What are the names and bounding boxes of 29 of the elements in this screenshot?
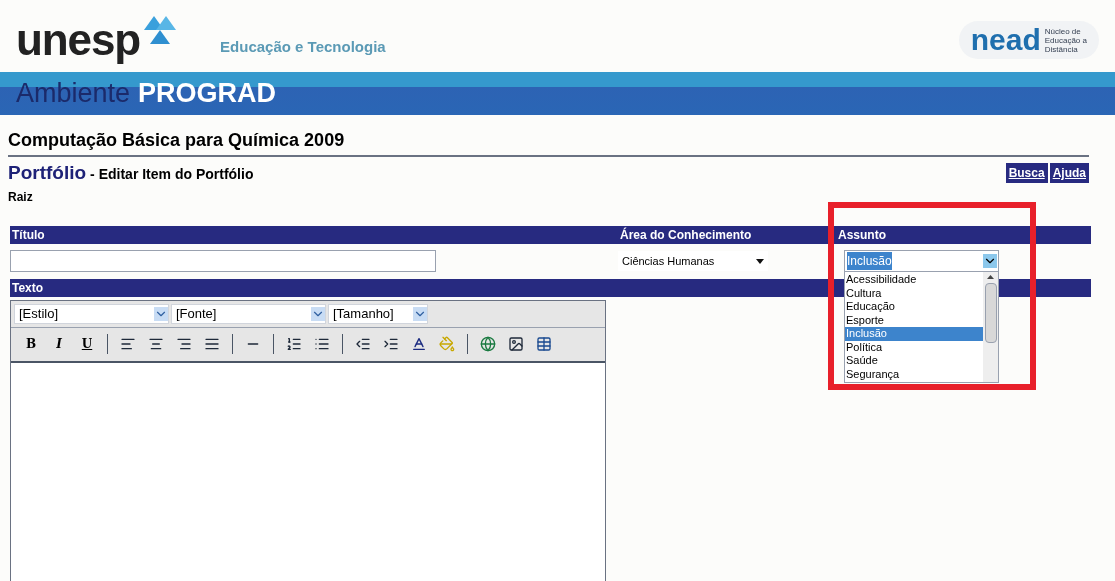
breadcrumb: Raiz xyxy=(8,188,34,206)
editor-dropdown[interactable]: [Tamanho] xyxy=(328,303,428,324)
section-header-bar: Título Área do Conhecimento Assunto xyxy=(10,225,1091,244)
format-button[interactable]: I xyxy=(47,335,71,353)
dropdown-option[interactable]: Inclusão xyxy=(845,327,983,341)
caret-down-icon xyxy=(756,258,764,264)
editor-dropdown[interactable]: [Estilo] xyxy=(14,303,169,324)
dropdown-option[interactable]: Segurança xyxy=(845,367,983,381)
unesp-logo: unesp xyxy=(16,18,141,62)
page-subtitle: - Editar Item do Portfólio xyxy=(90,165,254,184)
banner: Ambiente PROGRAD xyxy=(0,72,1115,115)
dropdown-option[interactable]: Educação xyxy=(845,300,983,314)
scrollbar-thumb[interactable] xyxy=(984,283,997,343)
dropdown-option[interactable]: Esporte xyxy=(845,313,983,327)
area-select[interactable]: Ciências Humanas xyxy=(618,251,768,271)
nav-link[interactable]: Ajuda xyxy=(1049,163,1089,184)
subject-select[interactable]: Inclusão xyxy=(844,250,999,272)
tagline: Educação e Tecnologia xyxy=(220,36,386,57)
editor-dropdown[interactable]: [Fonte] xyxy=(171,303,326,324)
format-button[interactable]: B xyxy=(19,335,43,353)
nav-link[interactable]: Busca xyxy=(1005,163,1048,184)
format-button[interactable]: U xyxy=(75,335,99,353)
title-input[interactable] xyxy=(10,250,436,272)
course-title: Computação Básica para Química 2009 xyxy=(8,127,1089,157)
section-title: Portfólio xyxy=(8,161,87,185)
dropdown-option[interactable]: Cultura xyxy=(845,286,983,300)
dropdown-option[interactable]: Acessibilidade xyxy=(845,273,983,287)
dropdown-option[interactable]: Saúde xyxy=(845,354,983,368)
dropdown-option[interactable]: Política xyxy=(845,340,983,354)
